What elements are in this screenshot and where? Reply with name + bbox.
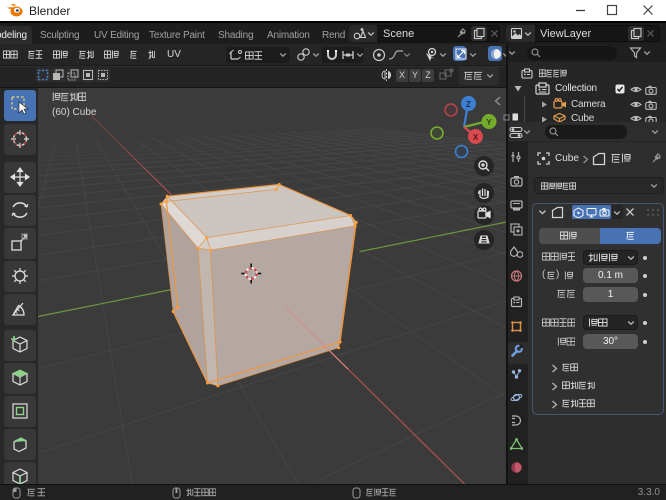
svg-text:X: X: [473, 133, 479, 142]
